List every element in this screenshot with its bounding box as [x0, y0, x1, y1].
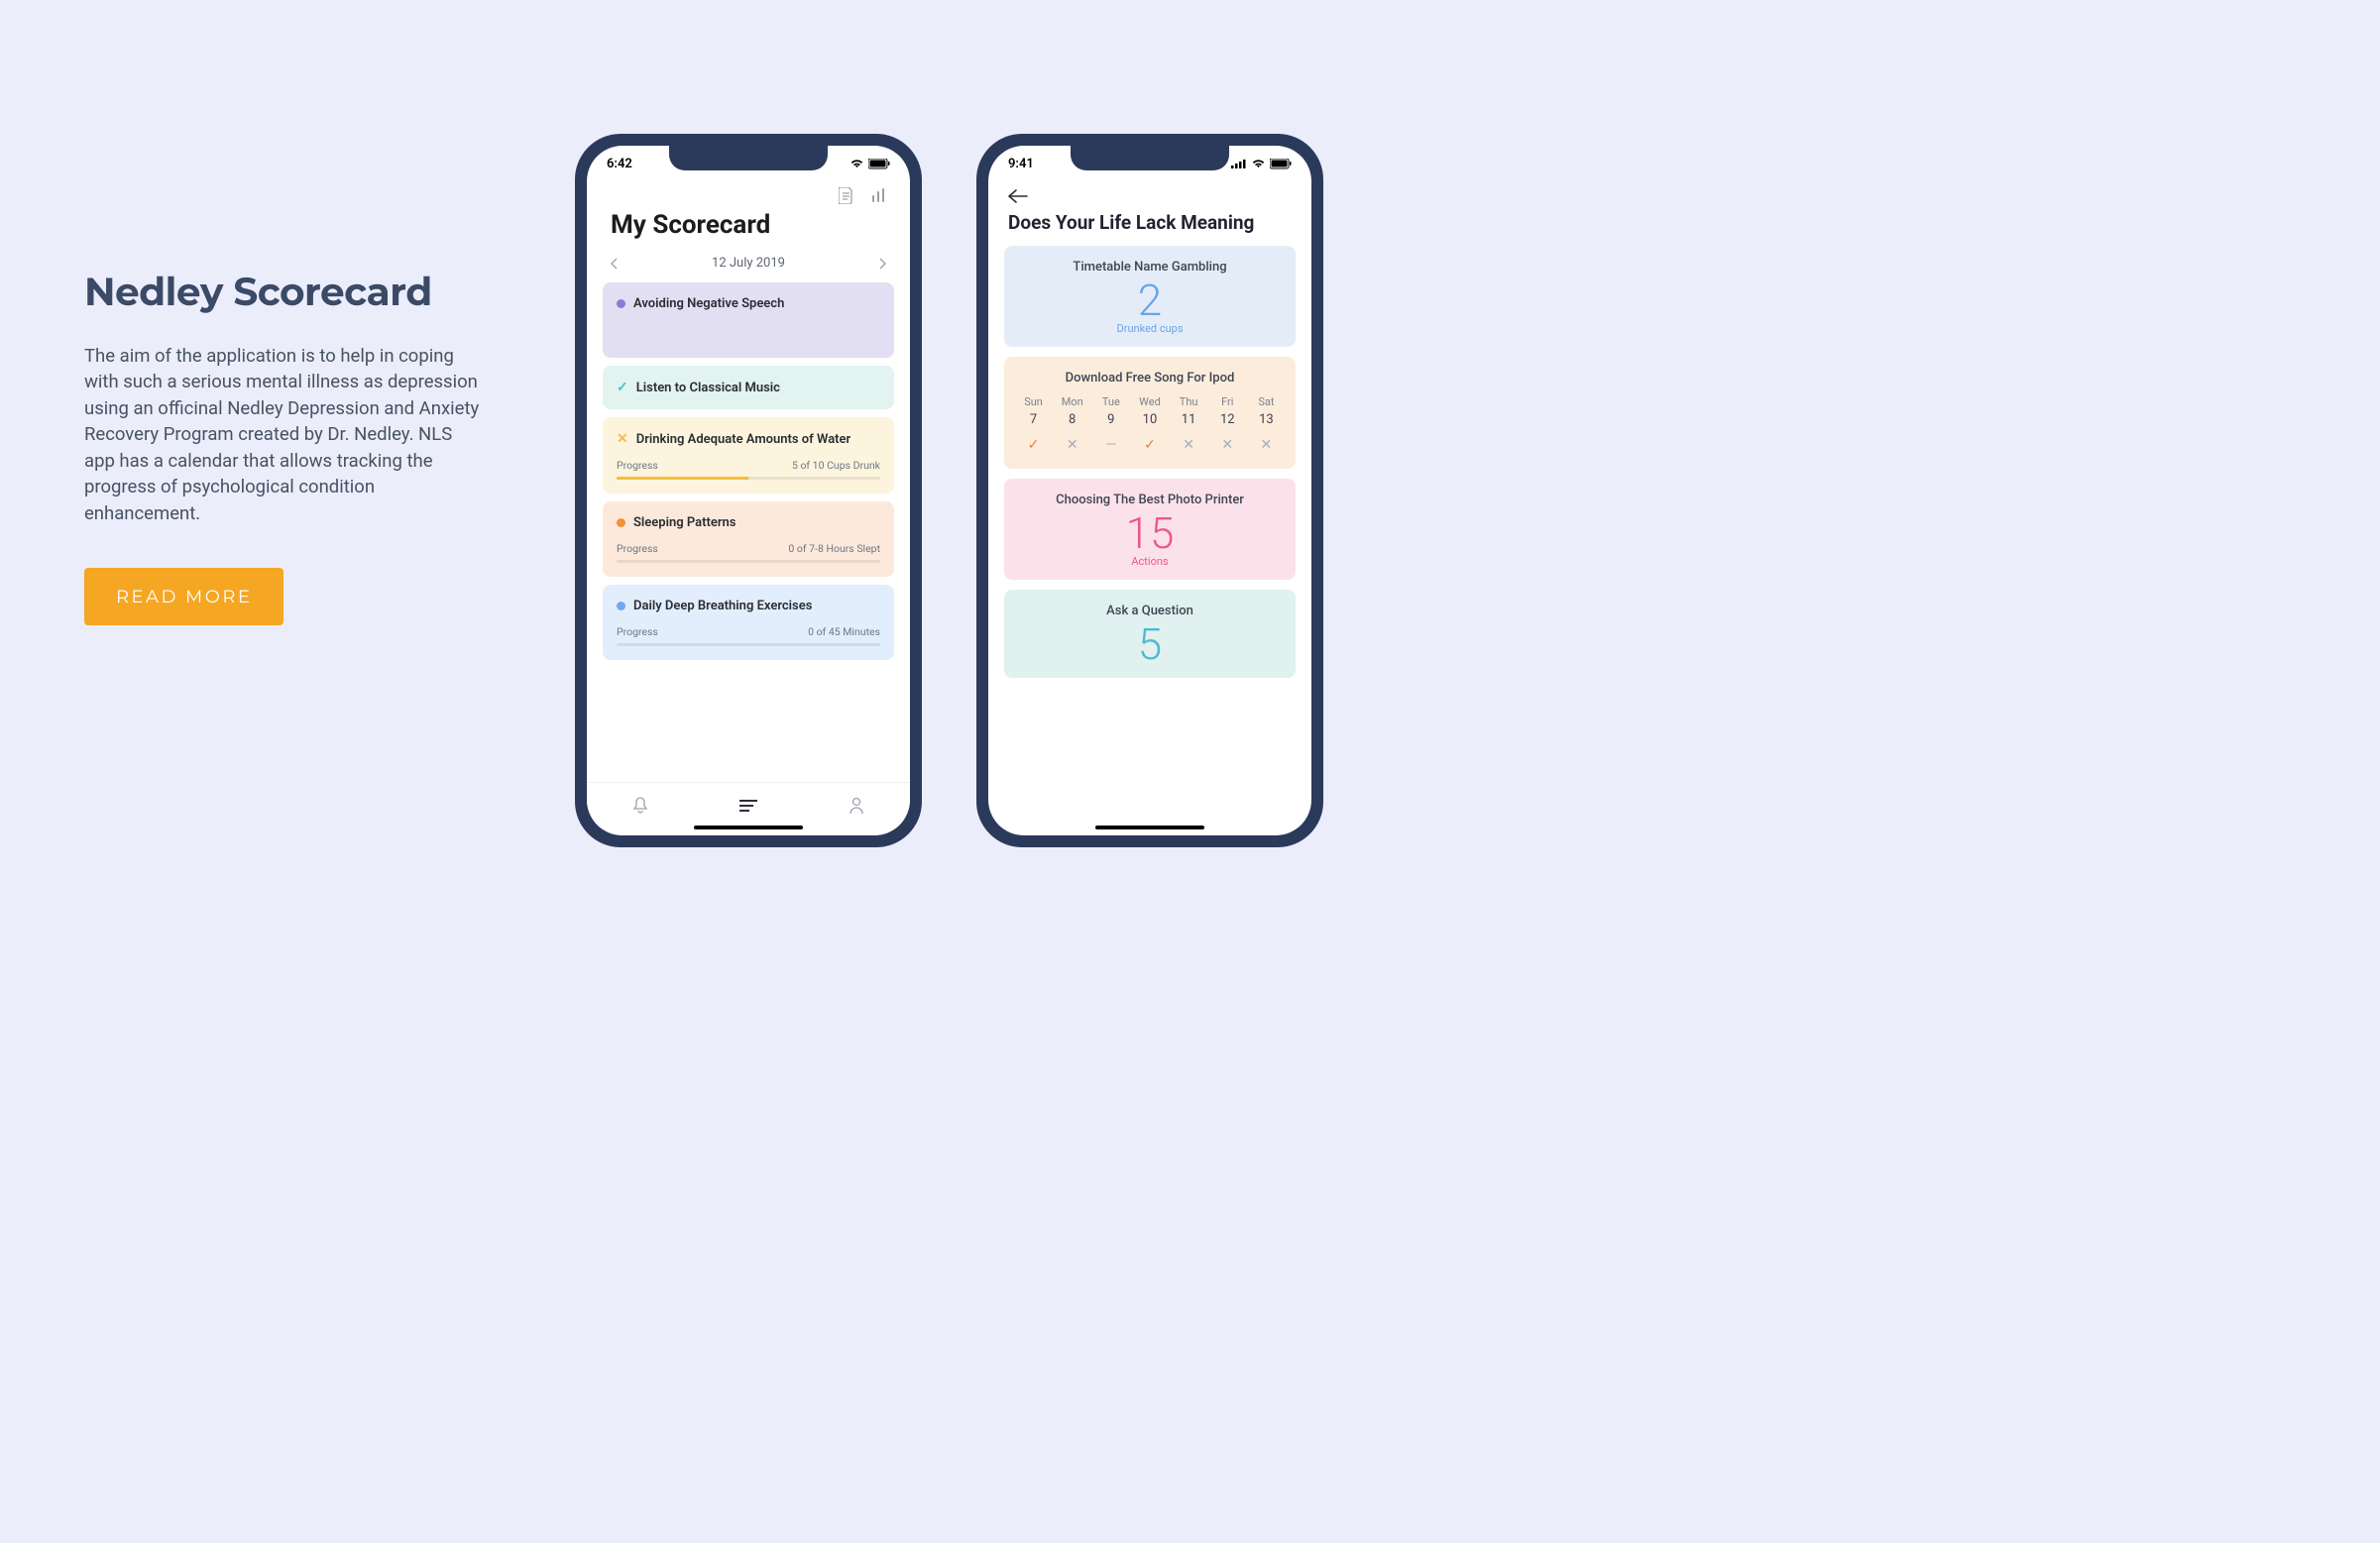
nav-notifications[interactable] — [632, 797, 648, 815]
header-actions — [587, 181, 910, 204]
metric-block-weekly-song[interactable]: Download Free Song For Ipod Sun Mon Tue … — [1004, 357, 1296, 469]
scorecard-item-sleep[interactable]: Sleeping Patterns Progress 0 of 7-8 Hour… — [603, 501, 894, 577]
intro-panel: Nedley Scorecard The aim of the applicat… — [84, 268, 481, 625]
scorecard-item-label: Listen to Classical Music — [636, 381, 780, 395]
progress-label: Progress — [617, 625, 658, 638]
metric-value: 2 — [1014, 278, 1286, 322]
status-indicators — [850, 159, 890, 169]
nav-profile[interactable] — [849, 797, 864, 815]
screen-title: My Scorecard — [587, 204, 910, 250]
metric-block-gambling[interactable]: Timetable Name Gambling 2 Drunked cups — [1004, 246, 1296, 347]
detail-blocks-list: Timetable Name Gambling 2 Drunked cups D… — [988, 246, 1311, 678]
metric-title: Ask a Question — [1014, 604, 1286, 618]
cellular-icon — [1231, 159, 1247, 168]
status-indicators — [1231, 159, 1292, 169]
date-selector: 12 July 2019 — [587, 250, 910, 282]
metric-sublabel: Drunked cups — [1014, 322, 1286, 335]
page-title: Nedley Scorecard — [84, 268, 481, 315]
phone-mockup-meaning: 9:41 Does Your Life Lack Meaning Timetab… — [976, 134, 1323, 847]
progress-value: 0 of 45 Minutes — [808, 625, 880, 638]
current-date: 12 July 2019 — [712, 256, 785, 271]
metric-block-photo-printer[interactable]: Choosing The Best Photo Printer 15 Actio… — [1004, 479, 1296, 580]
prev-date-button[interactable] — [611, 258, 619, 270]
metric-title: Timetable Name Gambling — [1014, 260, 1286, 275]
scorecard-list: Avoiding Negative Speech ✓ Listen to Cla… — [587, 282, 910, 660]
phone-notch — [669, 146, 828, 170]
x-icon: ✕ — [617, 431, 628, 447]
phone-notch — [1071, 146, 1229, 170]
metric-sublabel: Actions — [1014, 555, 1286, 568]
document-icon[interactable] — [839, 187, 853, 204]
status-dot-icon — [617, 602, 625, 610]
status-dot-icon — [617, 518, 625, 527]
check-icon: ✓ — [1132, 437, 1167, 453]
progress-value: 5 of 10 Cups Drunk — [792, 459, 880, 472]
scorecard-item-label: Sleeping Patterns — [633, 515, 737, 530]
metric-value: 5 — [1014, 622, 1286, 666]
home-indicator — [694, 826, 803, 829]
x-icon: ✕ — [1172, 437, 1206, 453]
status-time: 9:41 — [1008, 157, 1034, 171]
next-date-button[interactable] — [878, 258, 886, 270]
progress-label: Progress — [617, 542, 658, 555]
progress-value: 0 of 7-8 Hours Slept — [788, 542, 880, 555]
metric-title: Download Free Song For Ipod — [1014, 371, 1286, 386]
screen-title: Does Your Life Lack Meaning — [988, 203, 1311, 246]
progress-bar — [617, 643, 880, 646]
battery-icon — [868, 159, 890, 169]
scorecard-item-breathing[interactable]: Daily Deep Breathing Exercises Progress … — [603, 585, 894, 660]
check-icon: ✓ — [617, 380, 628, 395]
metric-title: Choosing The Best Photo Printer — [1014, 493, 1286, 507]
scorecard-item-negative-speech[interactable]: Avoiding Negative Speech — [603, 282, 894, 358]
back-button[interactable] — [988, 181, 1311, 203]
chart-icon[interactable] — [871, 187, 886, 204]
read-more-button[interactable]: READ MORE — [84, 568, 283, 625]
wifi-icon — [850, 159, 864, 168]
x-icon: ✕ — [1210, 437, 1245, 453]
wifi-icon — [1251, 159, 1266, 168]
list-icon — [739, 800, 757, 812]
bell-icon — [632, 797, 648, 815]
status-time: 6:42 — [607, 157, 632, 171]
scorecard-item-classical-music[interactable]: ✓ Listen to Classical Music — [603, 366, 894, 409]
phone-mockup-scorecard: 6:42 My Scorecard 12 July 2019 — [575, 134, 922, 847]
calendar-day-labels: Sun Mon Tue Wed Thu Fri Sat — [1014, 395, 1286, 408]
progress-bar — [617, 477, 880, 480]
metric-block-ask-question[interactable]: Ask a Question 5 — [1004, 590, 1296, 678]
battery-icon — [1270, 159, 1292, 169]
calendar-marks: ✓ ✕ — ✓ ✕ ✕ ✕ — [1014, 437, 1286, 453]
user-icon — [849, 797, 864, 815]
page-description: The aim of the application is to help in… — [84, 343, 481, 526]
x-icon: ✕ — [1055, 437, 1089, 453]
scorecard-item-label: Daily Deep Breathing Exercises — [633, 599, 812, 613]
check-icon: ✓ — [1016, 437, 1051, 453]
dash-icon: — — [1093, 437, 1128, 453]
nav-list[interactable] — [739, 800, 757, 812]
scorecard-item-label: Avoiding Negative Speech — [633, 296, 784, 311]
progress-bar — [617, 560, 880, 563]
scorecard-item-label: Drinking Adequate Amounts of Water — [636, 432, 850, 447]
scorecard-item-water[interactable]: ✕ Drinking Adequate Amounts of Water Pro… — [603, 417, 894, 494]
x-icon: ✕ — [1249, 437, 1284, 453]
progress-label: Progress — [617, 459, 658, 472]
calendar-day-numbers: 7 8 9 10 11 12 13 — [1014, 412, 1286, 427]
metric-value: 15 — [1014, 511, 1286, 555]
status-dot-icon — [617, 299, 625, 308]
home-indicator — [1095, 826, 1204, 829]
